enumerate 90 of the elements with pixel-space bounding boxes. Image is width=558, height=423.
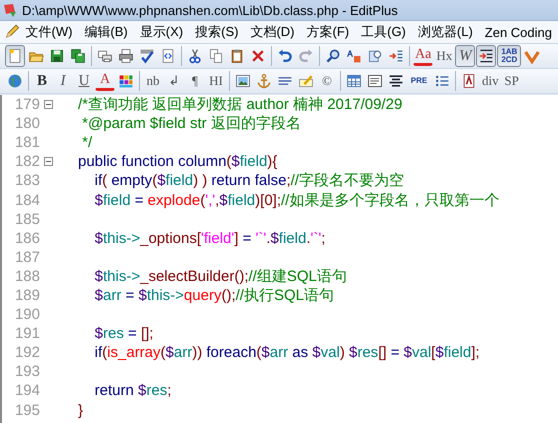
menu-item[interactable]: 搜索(S) (189, 23, 244, 41)
new-file-icon (7, 48, 23, 64)
redo-icon (298, 48, 314, 64)
line-number: 190 (14, 306, 40, 324)
line-number: 185 (14, 210, 40, 228)
menu-item[interactable]: 浏览器(L) (412, 23, 479, 41)
anchor-icon (256, 73, 272, 89)
find-in-files-icon (367, 48, 383, 64)
clipboard-icon (229, 48, 245, 64)
pencil-icon (4, 23, 20, 41)
code-line: */ (81, 134, 92, 152)
line-number: 193 (14, 363, 40, 380)
line-number: 182 (14, 153, 40, 170)
save-icon (49, 48, 65, 64)
menu-item[interactable]: 文档(D) (244, 23, 300, 41)
menu-item[interactable]: 文件(W) (19, 23, 78, 41)
code-line: $res = []; (94, 325, 154, 342)
toolbar-button[interactable]: PRE (407, 70, 431, 92)
line-number: 184 (14, 192, 40, 209)
menu-item[interactable]: 工具(G) (355, 23, 412, 41)
line-number: 186 (14, 230, 40, 247)
color-grid-icon (118, 73, 134, 89)
toolbar-button[interactable]: Aa (413, 46, 434, 66)
line-number: 181 (14, 134, 40, 152)
line-number: 188 (14, 268, 40, 285)
code-line: if(is_array($arr)) foreach($arr as $val) $res[] = $val[$field]; (94, 344, 480, 362)
globe-icon (7, 73, 23, 89)
code-line: $this->_selectBuilder();//组建SQL语句 (94, 266, 347, 286)
scissors-icon (187, 48, 203, 64)
code-line: *@param $field str 返回的字段名 (81, 114, 301, 134)
print-preview-icon (97, 48, 113, 64)
goto-line-icon (388, 48, 404, 64)
app-icon (2, 2, 18, 18)
spell-check-icon (139, 48, 155, 64)
toolbar-button[interactable]: nb (143, 70, 163, 92)
code-line: /*查询功能 返回单列数据 author 楠神 2017/09/29 (78, 95, 402, 114)
line-number: 183 (14, 172, 40, 190)
toolbar-button[interactable]: Hx (434, 45, 454, 67)
toolbar-button[interactable]: div (480, 70, 501, 92)
indent-icon (478, 48, 494, 64)
toolbar-button[interactable]: B (32, 70, 52, 92)
menu-item[interactable]: 显示(X) (134, 23, 190, 41)
toolbar-button[interactable]: I (53, 70, 73, 92)
line-number: 187 (14, 248, 40, 266)
line-number: 195 (14, 402, 40, 419)
menu-item[interactable]: 编辑(B) (78, 23, 134, 41)
toolbar-button[interactable]: W (455, 45, 476, 67)
collapse-icon[interactable] (44, 100, 53, 110)
line-number: 192 (14, 344, 40, 362)
save-all-icon (70, 48, 86, 64)
line-number: 194 (14, 382, 40, 400)
code-line: if( empty($field) ) return false;//字段名不要为空 (94, 171, 404, 190)
toolbar-button[interactable]: © (317, 70, 337, 92)
code-line: $this->_options['field'] = '`'.$field.'`'; (94, 230, 326, 247)
code-line: public function column($field){ (78, 153, 278, 170)
table-icon (346, 73, 362, 89)
close-icon (250, 48, 266, 64)
search-icon (325, 48, 341, 64)
toolbar-button[interactable]: SP (502, 70, 522, 92)
copy-icon (208, 48, 224, 64)
image-icon (235, 73, 251, 89)
code-line: $arr = $this->query();//执行SQL语句 (94, 286, 334, 305)
toolbar-button[interactable]: ↲ (164, 70, 184, 92)
undo-icon (277, 48, 293, 64)
toolbar-button[interactable]: U (74, 70, 94, 92)
toolbar-button[interactable]: A (95, 71, 115, 91)
menu-item[interactable]: 方案(F) (300, 23, 356, 41)
collapse-icon[interactable] (44, 157, 53, 166)
line-number: 180 (14, 115, 40, 132)
line-number: 189 (14, 286, 40, 304)
menu-item[interactable]: Zen Coding (478, 24, 558, 40)
center-align-icon (388, 73, 404, 89)
pencil-icon (298, 73, 314, 89)
toolbar-button[interactable] (476, 45, 496, 67)
toolbar-button[interactable]: 1AB 2CD (497, 45, 522, 67)
code-line: } (78, 402, 84, 419)
bullet-list-icon (434, 73, 450, 89)
toolbar-button[interactable]: HI (206, 70, 226, 92)
line-number: 191 (14, 325, 40, 342)
code-page-icon (160, 48, 176, 64)
toolbar-button[interactable]: ¶ (185, 70, 205, 92)
line-number: 179 (14, 96, 40, 114)
code-line: return $res; (94, 382, 172, 400)
code-line: $field = explode(',',$field)[0];//如果是多个字段名，只取第一个 (94, 190, 500, 210)
chevron-icon (524, 48, 540, 64)
document-icon (461, 73, 477, 89)
textarea-icon (367, 73, 383, 89)
replace-icon (346, 48, 362, 64)
printer-icon (118, 48, 134, 64)
window-title: D:\amp\WWW\www.phpnanshen.com\Lib\Db.class.php - EditPlus (22, 2, 398, 18)
